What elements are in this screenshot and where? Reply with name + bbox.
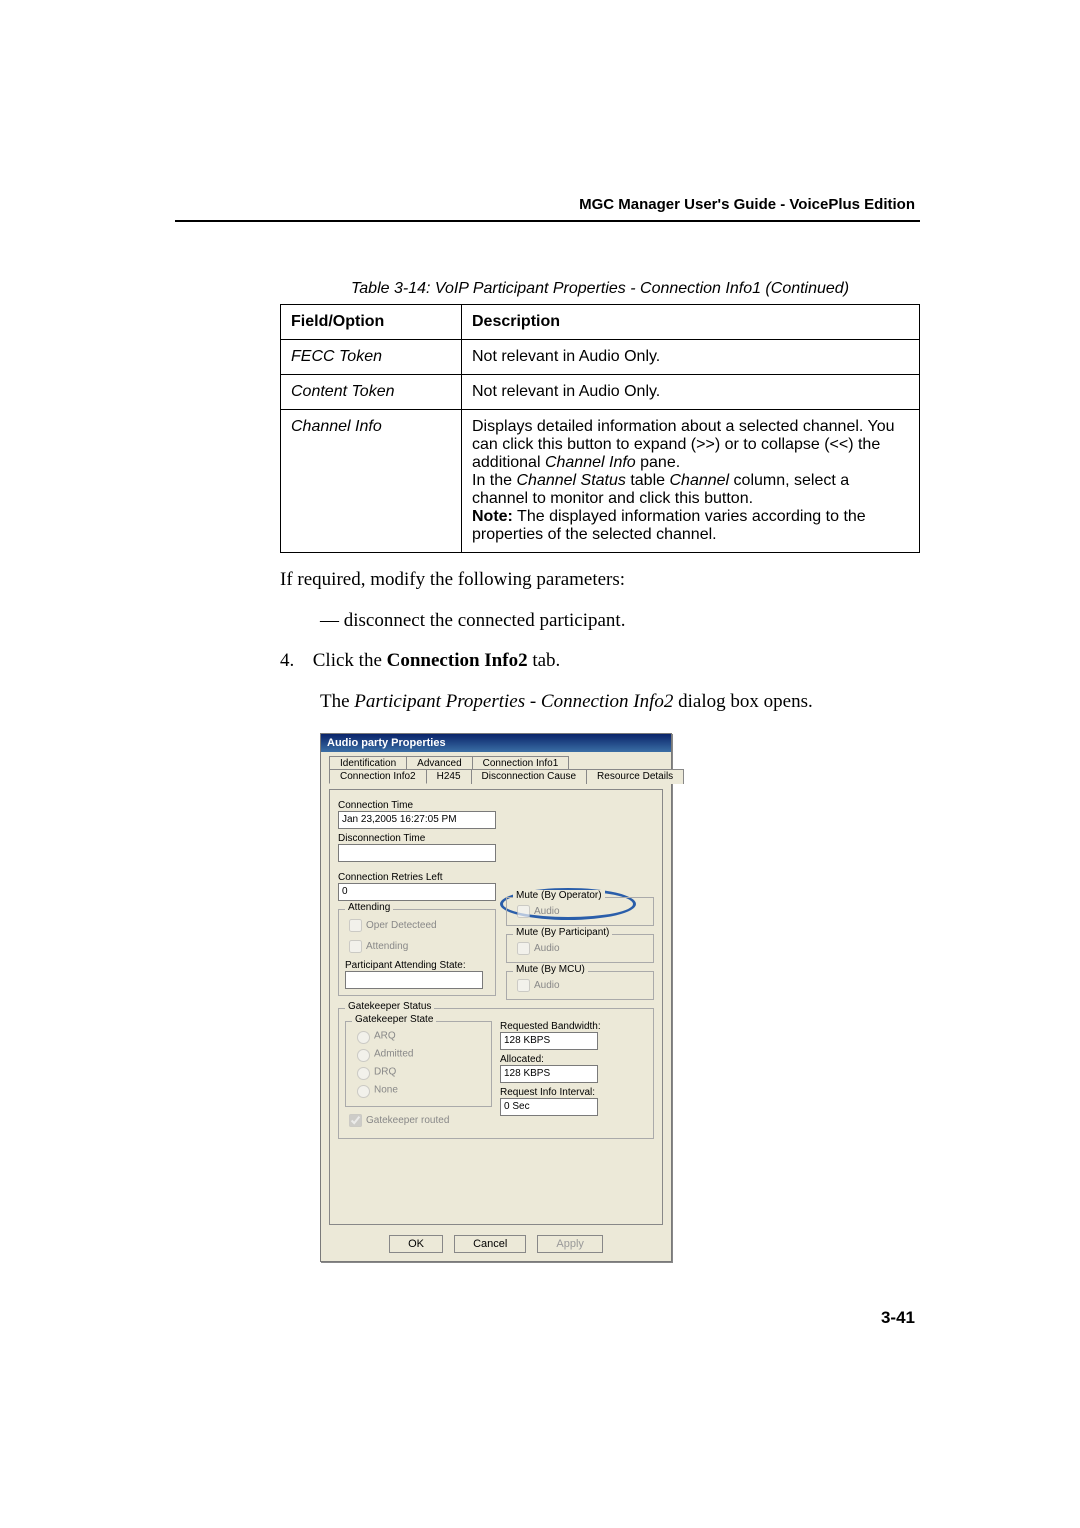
tab-connection-info2[interactable]: Connection Info2 [329, 769, 427, 784]
tab-strip: Identification Advanced Connection Info1… [329, 756, 663, 784]
checkbox-oper-detected: Oper Detecteed [345, 916, 489, 935]
field-retries-left[interactable]: 0 [338, 883, 496, 901]
desc-text: In the [472, 472, 516, 489]
group-title-mute-mcu: Mute (By MCU) [513, 964, 588, 975]
desc-cell: Not relevant in Audio Only. [462, 375, 920, 410]
field-req-bandwidth[interactable]: 128 KBPS [500, 1032, 598, 1050]
group-mute-operator: Mute (By Operator) Audio [506, 897, 654, 926]
tab-panel: Connection Time Jan 23,2005 16:27:05 PM … [329, 789, 663, 1225]
label-req-interval: Request Info Interval: [500, 1087, 647, 1098]
header-rule [175, 220, 920, 222]
radio-arq: ARQ [352, 1028, 485, 1044]
tab-advanced[interactable]: Advanced [406, 756, 472, 770]
field-req-interval[interactable]: 0 Sec [500, 1098, 598, 1116]
result-em: Participant Properties - Connection Info… [354, 691, 673, 712]
step-bold: Connection Info2 [387, 650, 528, 671]
desc-em: Channel Status [516, 472, 625, 489]
properties-dialog: Audio party Properties Identification Ad… [320, 733, 672, 1262]
field-disconnection-time[interactable] [338, 844, 496, 862]
field-cell: FECC Token [281, 340, 462, 375]
main-content: Table 3-14: VoIP Participant Properties … [280, 280, 920, 1262]
step-item: 4. Click the Connection Info2 tab. [280, 648, 920, 675]
group-title-gk-status: Gatekeeper Status [345, 1001, 434, 1012]
list-item: — disconnect the connected participant. [320, 608, 920, 635]
ok-button[interactable]: OK [389, 1235, 443, 1253]
field-cell: Channel Info [281, 410, 462, 553]
radio-none: None [352, 1082, 485, 1098]
tab-disconnection-cause[interactable]: Disconnection Cause [471, 769, 588, 784]
col-header-field: Field/Option [281, 305, 462, 340]
label-retries-left: Connection Retries Left [338, 872, 654, 883]
checkbox-mute-mcu-audio: Audio [513, 976, 647, 995]
step-text: tab. [528, 650, 561, 671]
apply-button[interactable]: Apply [537, 1235, 603, 1253]
group-mute-participant: Mute (By Participant) Audio [506, 934, 654, 963]
group-title-gk-state: Gatekeeper State [352, 1014, 436, 1025]
tab-h245[interactable]: H245 [426, 769, 472, 784]
desc-em: Channel Info [545, 454, 636, 471]
table-row: Channel Info Displays detailed informati… [281, 410, 920, 553]
field-attending-state[interactable] [345, 971, 483, 989]
desc-text: Displays detailed information about a se… [472, 418, 895, 471]
group-mute-mcu: Mute (By MCU) Audio [506, 971, 654, 1000]
table-row: FECC Token Not relevant in Audio Only. [281, 340, 920, 375]
label-connection-time: Connection Time [338, 800, 654, 811]
tab-connection-info1[interactable]: Connection Info1 [472, 756, 570, 770]
desc-text: table [626, 472, 670, 489]
field-connection-time[interactable]: Jan 23,2005 16:27:05 PM [338, 811, 496, 829]
radio-admitted: Admitted [352, 1046, 485, 1062]
result-text: dialog box opens. [673, 691, 812, 712]
group-title-attending: Attending [345, 902, 393, 913]
group-title-mute-operator: Mute (By Operator) [513, 890, 605, 901]
group-gatekeeper-state: Gatekeeper State ARQ Admitted DRQ None [345, 1021, 492, 1107]
desc-text: pane. [636, 454, 680, 471]
page-number: 3-41 [881, 1308, 915, 1328]
label-allocated: Allocated: [500, 1054, 647, 1065]
group-title-mute-participant: Mute (By Participant) [513, 927, 612, 938]
group-gatekeeper-status: Gatekeeper Status Gatekeeper State ARQ A… [338, 1008, 654, 1139]
page-header-title: MGC Manager User's Guide - VoicePlus Edi… [579, 196, 915, 213]
properties-table: Field/Option Description FECC Token Not … [280, 304, 920, 553]
label-attending-state: Participant Attending State: [345, 960, 489, 971]
table-row: Content Token Not relevant in Audio Only… [281, 375, 920, 410]
step-number: 4. [280, 648, 308, 675]
dialog-titlebar: Audio party Properties [321, 734, 671, 752]
desc-text: The displayed information varies accordi… [472, 508, 866, 543]
label-disconnection-time: Disconnection Time [338, 833, 654, 844]
checkbox-mute-op-audio: Audio [513, 902, 647, 921]
dialog-button-row: OK Cancel Apply [329, 1235, 663, 1253]
result-text: The [320, 691, 354, 712]
dialog-body: Identification Advanced Connection Info1… [321, 752, 671, 1261]
tab-resource-details[interactable]: Resource Details [586, 769, 684, 784]
desc-em: Channel [669, 472, 729, 489]
tab-identification[interactable]: Identification [329, 756, 407, 770]
document-page: MGC Manager User's Guide - VoicePlus Edi… [0, 0, 1080, 1528]
radio-drq: DRQ [352, 1064, 485, 1080]
field-allocated[interactable]: 128 KBPS [500, 1065, 598, 1083]
desc-cell: Displays detailed information about a se… [462, 410, 920, 553]
table-row: Field/Option Description [281, 305, 920, 340]
desc-note-label: Note: [472, 508, 513, 525]
step-text: Click the [313, 650, 387, 671]
table-caption: Table 3-14: VoIP Participant Properties … [280, 280, 920, 298]
checkbox-gk-routed: Gatekeeper routed [345, 1111, 492, 1130]
step-result: The Participant Properties - Connection … [320, 689, 920, 716]
checkbox-mute-part-audio: Audio [513, 939, 647, 958]
cancel-button[interactable]: Cancel [454, 1235, 526, 1253]
col-header-desc: Description [462, 305, 920, 340]
intro-text: If required, modify the following parame… [280, 567, 920, 594]
label-req-bandwidth: Requested Bandwidth: [500, 1021, 647, 1032]
field-cell: Content Token [281, 375, 462, 410]
desc-cell: Not relevant in Audio Only. [462, 340, 920, 375]
checkbox-attending: Attending [345, 937, 489, 956]
group-attending: Attending Oper Detecteed Attending Parti… [338, 909, 496, 996]
